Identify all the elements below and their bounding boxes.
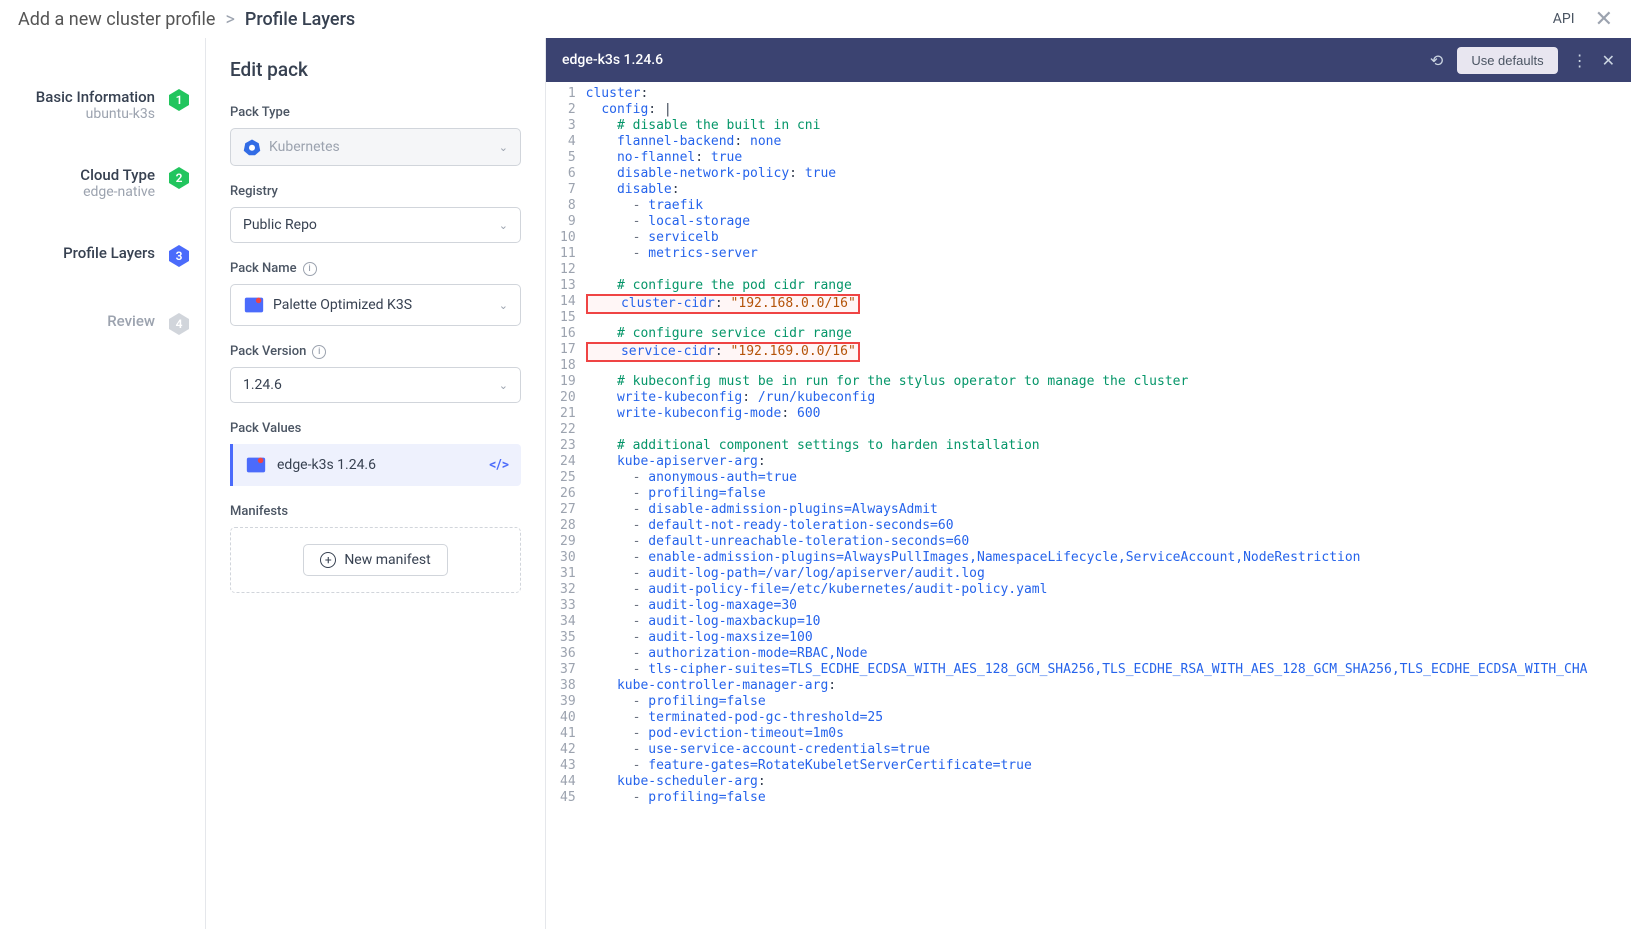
step-badge: 4 <box>167 312 191 336</box>
use-defaults-button[interactable]: Use defaults <box>1457 47 1557 74</box>
breadcrumb-root[interactable]: Add a new cluster profile <box>18 9 215 30</box>
breadcrumb-current: Profile Layers <box>245 9 355 30</box>
code-content[interactable]: cluster: config: | # disable the built i… <box>586 86 1631 929</box>
pack-version-value: 1.24.6 <box>243 377 282 393</box>
editor-header: edge-k3s 1.24.6 ⟲ Use defaults ⋮ ✕ <box>546 38 1631 82</box>
pack-value-name: edge-k3s 1.24.6 <box>277 457 376 473</box>
pack-type-select: Kubernetes ⌄ <box>230 128 521 166</box>
registry-label: Registry <box>230 184 521 199</box>
step-title: Cloud Type <box>80 166 155 184</box>
chevron-right-icon: > <box>225 9 234 30</box>
pack-name-label: Pack Name i <box>230 261 521 276</box>
editor-title: edge-k3s 1.24.6 <box>562 52 663 68</box>
edit-pack-panel: Edit pack Pack Type Kubernetes ⌄ Registr… <box>206 38 546 929</box>
step-title: Review <box>107 312 155 330</box>
wizard-steps: Basic Information ubuntu-k3s 1 Cloud Typ… <box>0 38 206 929</box>
step-subtitle: ubuntu-k3s <box>36 106 155 122</box>
code-icon[interactable]: </> <box>489 457 509 473</box>
yaml-editor-panel: edge-k3s 1.24.6 ⟲ Use defaults ⋮ ✕ 12345… <box>546 38 1631 929</box>
step-cloud-type[interactable]: Cloud Type edge-native 2 <box>0 166 205 200</box>
pack-type-label: Pack Type <box>230 105 521 120</box>
editor-body[interactable]: 1234567891011121314151617181920212223242… <box>546 82 1631 929</box>
refresh-icon[interactable]: ⟲ <box>1430 51 1443 70</box>
registry-select[interactable]: Public Repo ⌄ <box>230 207 521 243</box>
chevron-down-icon: ⌄ <box>499 219 508 232</box>
pack-values-label: Pack Values <box>230 421 521 436</box>
step-basic-information[interactable]: Basic Information ubuntu-k3s 1 <box>0 88 205 122</box>
pack-name-select[interactable]: Palette Optimized K3S ⌄ <box>230 284 521 326</box>
chevron-down-icon: ⌄ <box>499 141 508 154</box>
pack-name-value: Palette Optimized K3S <box>273 297 412 313</box>
step-subtitle: edge-native <box>80 184 155 200</box>
pack-version-select[interactable]: 1.24.6 ⌄ <box>230 367 521 403</box>
step-title: Profile Layers <box>63 244 155 262</box>
info-icon[interactable]: i <box>312 345 326 359</box>
step-badge: 1 <box>167 88 191 112</box>
close-icon[interactable]: ✕ <box>1602 51 1615 70</box>
chevron-down-icon: ⌄ <box>499 299 508 312</box>
step-badge: 3 <box>167 244 191 268</box>
step-profile-layers[interactable]: Profile Layers 3 <box>0 244 205 268</box>
new-manifest-button[interactable]: + New manifest <box>303 544 447 576</box>
manifests-label: Manifests <box>230 504 521 519</box>
plus-circle-icon: + <box>320 552 336 568</box>
chevron-down-icon: ⌄ <box>499 379 508 392</box>
panel-title: Edit pack <box>230 58 521 81</box>
breadcrumb: Add a new cluster profile > Profile Laye… <box>18 9 355 30</box>
info-icon[interactable]: i <box>303 262 317 276</box>
pack-value-item[interactable]: edge-k3s 1.24.6 </> <box>230 444 521 486</box>
step-review: Review 4 <box>0 312 205 336</box>
more-vertical-icon[interactable]: ⋮ <box>1572 51 1588 70</box>
line-gutter: 1234567891011121314151617181920212223242… <box>546 86 586 929</box>
step-badge: 2 <box>167 166 191 190</box>
api-link[interactable]: API <box>1553 11 1575 27</box>
manifests-container: + New manifest <box>230 527 521 593</box>
pack-version-label: Pack Version i <box>230 344 521 359</box>
step-title: Basic Information <box>36 88 155 106</box>
registry-value: Public Repo <box>243 217 317 233</box>
k3s-pack-icon <box>245 454 267 476</box>
kubernetes-icon <box>243 138 261 156</box>
close-icon[interactable]: ✕ <box>1595 7 1613 32</box>
k3s-pack-icon <box>243 294 265 316</box>
pack-type-value: Kubernetes <box>269 139 340 155</box>
